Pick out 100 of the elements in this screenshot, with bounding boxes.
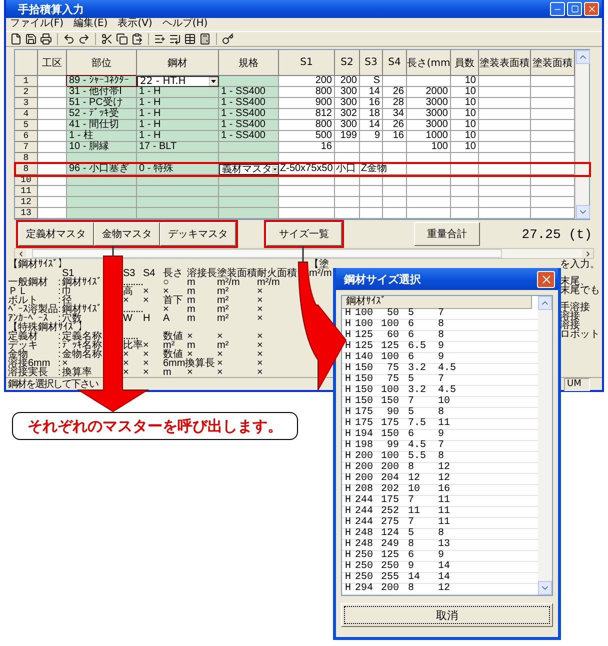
master-button[interactable]: 定義材マスタ — [18, 222, 94, 246]
master-button[interactable]: デッキマスタ — [160, 222, 236, 246]
table-cell: 14 — [360, 87, 383, 98]
list-item[interactable]: H 198 99 4.5 7 — [342, 441, 538, 452]
legend-text: : — [58, 359, 61, 368]
list-item[interactable]: H 100 50 5 7 — [342, 309, 538, 320]
list-item[interactable]: H 175 175 7.5 11 — [342, 419, 538, 430]
list-item[interactable]: H 250 255 14 14 — [342, 573, 538, 584]
list-item[interactable]: H 140 100 6 9 — [342, 353, 538, 364]
scrollbar-thumb[interactable] — [32, 249, 502, 258]
list-item[interactable]: H 200 200 8 12 — [342, 463, 538, 474]
menu-item[interactable]: ヘルプ(H) — [162, 18, 208, 31]
legend-text: m² — [217, 314, 229, 323]
printer-icon[interactable] — [40, 33, 52, 45]
list-item[interactable]: H 150 150 7 10 — [342, 397, 538, 408]
cell-text: 小口 — [336, 163, 356, 174]
master-button[interactable]: 金物マスタ — [94, 222, 160, 246]
save-icon[interactable] — [25, 33, 37, 45]
dropdown[interactable]: 22 - HT.H — [137, 76, 219, 87]
cancel-button[interactable]: 取消 — [341, 603, 553, 627]
legend-text: 溶接実長 — [8, 368, 48, 377]
legend-text: × — [257, 341, 263, 350]
key-icon[interactable] — [222, 33, 234, 45]
list-item[interactable]: H 150 75 3.2 4.5 — [342, 364, 538, 375]
table-cell[interactable]: 89 - ｼｬｰｺﾈｸﾀｰ — [67, 76, 137, 87]
maximize-button[interactable] — [567, 2, 582, 16]
row-number: 12 — [15, 197, 38, 208]
list-item[interactable]: H 248 249 8 13 — [342, 540, 538, 551]
paste-icon[interactable] — [131, 33, 143, 45]
table-icon[interactable] — [184, 33, 196, 45]
legend-text: 耐火面積 — [257, 269, 297, 278]
legend-text: × — [257, 350, 263, 359]
column-header: 規格 — [219, 50, 279, 76]
menu-item[interactable]: 表示(V) — [118, 18, 152, 31]
legend-text: : — [58, 287, 61, 296]
table-cell: 1 - SS400 — [219, 98, 279, 109]
scroll-up-button[interactable] — [576, 50, 590, 64]
scrollbar[interactable] — [575, 50, 589, 219]
scrollbar[interactable] — [538, 296, 552, 595]
caret-icon[interactable] — [209, 77, 218, 86]
scroll-left-button[interactable] — [15, 249, 26, 258]
scissors-icon[interactable] — [101, 33, 113, 45]
list-item[interactable]: H 194 150 6 9 — [342, 430, 538, 441]
legend-text: 首下 — [163, 296, 183, 305]
scroll-up-button[interactable] — [538, 296, 552, 310]
list-item[interactable]: H 244 275 7 11 — [342, 518, 538, 529]
legend-text: m² — [217, 305, 229, 314]
caret-icon[interactable] — [272, 165, 278, 174]
list-item[interactable]: H 200 100 5.5 8 — [342, 452, 538, 463]
list-item[interactable]: H 244 252 11 11 — [342, 507, 538, 518]
legend-text: 径 — [62, 296, 72, 305]
copy-icon[interactable] — [116, 33, 128, 45]
row-number: 2 — [15, 87, 38, 98]
table-cell: 3000 — [407, 98, 451, 109]
redo-icon[interactable] — [78, 33, 90, 45]
total-weight: 27.25 (t) — [522, 226, 592, 242]
list-item[interactable]: H 175 90 5 8 — [342, 408, 538, 419]
scroll-right-button[interactable] — [582, 249, 593, 258]
table-cell: 17 - BLT — [137, 142, 219, 153]
table-cell: 10 — [451, 76, 479, 87]
list-item[interactable]: H 150 100 3.2 4.5 — [342, 386, 538, 397]
scroll-down-button[interactable] — [576, 205, 590, 219]
row-number: 1 — [15, 76, 38, 87]
minimize-button[interactable] — [550, 2, 565, 16]
calculator-icon[interactable] — [199, 33, 211, 45]
list-item[interactable]: H 248 124 5 8 — [342, 529, 538, 540]
list-item[interactable]: H 250 250 9 14 — [342, 562, 538, 573]
legend-text: × — [143, 341, 149, 350]
legend-text: m²/m — [217, 278, 240, 287]
column-header: S2 — [335, 50, 360, 76]
list-item[interactable]: H 294 200 8 12 — [342, 584, 538, 595]
table-cell: 14 — [360, 120, 383, 131]
close-button[interactable] — [584, 2, 599, 16]
dropdown[interactable]: 義材マスタ — [219, 164, 279, 175]
list-end-icon[interactable] — [169, 33, 181, 45]
list-item[interactable]: H 100 100 6 8 — [342, 320, 538, 331]
list-item[interactable]: H 200 204 12 12 — [342, 474, 538, 485]
note-text: 末尾、 — [560, 277, 590, 286]
legend-text: S1 — [62, 269, 74, 278]
legend-text: × — [163, 287, 169, 296]
legend-text: W — [123, 314, 132, 323]
weight-total-button[interactable]: 重量合計 — [414, 222, 480, 246]
legend-text: : — [58, 314, 61, 323]
scrollbar[interactable] — [14, 248, 594, 259]
undo-icon[interactable] — [63, 33, 75, 45]
scroll-down-button[interactable] — [538, 581, 552, 595]
menu-item[interactable]: ファイル(F) — [10, 18, 64, 31]
list-plus-icon[interactable] — [154, 33, 166, 45]
legend-heading: 【鋼材ｻｲｽﾞ】 — [8, 260, 68, 269]
size-list-button[interactable]: サイズ一覧 — [266, 222, 342, 246]
list-item[interactable]: H 208 202 10 16 — [342, 485, 538, 496]
table-cell: 26 — [383, 87, 407, 98]
legend-text: 塗装面積 — [217, 269, 257, 278]
menu-item[interactable]: 編集(E) — [74, 18, 108, 31]
legend-text: 長さ — [163, 269, 183, 278]
list-item[interactable]: H 250 125 6 9 — [342, 551, 538, 562]
list-item[interactable]: H 150 75 5 7 — [342, 375, 538, 386]
list-item[interactable]: H 244 175 7 11 — [342, 496, 538, 507]
file-icon[interactable] — [10, 33, 22, 45]
close-button[interactable] — [537, 270, 555, 288]
